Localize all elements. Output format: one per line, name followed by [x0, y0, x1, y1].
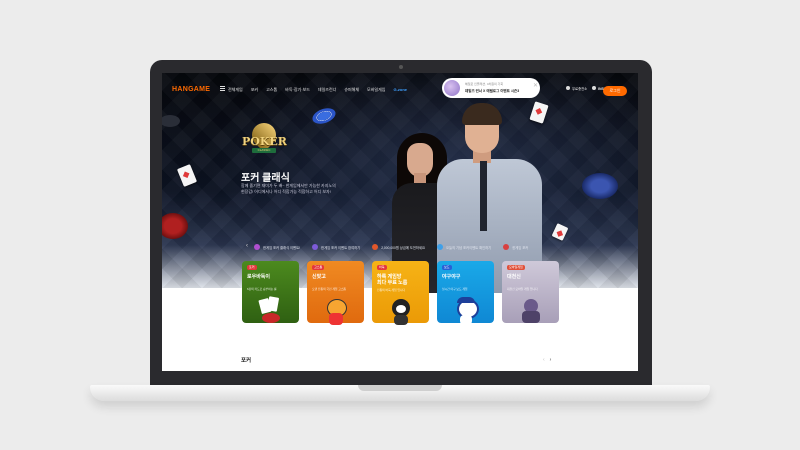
hamburger-icon[interactable]	[220, 86, 225, 92]
promo-line1: 헤일로 인플레션, 4차원의 기회	[465, 82, 504, 86]
close-icon[interactable]: ✕	[533, 82, 538, 89]
menu-item-gostop[interactable]: 고스톱	[266, 87, 277, 93]
creature-character-art	[518, 295, 544, 327]
notice-item[interactable]: 2,000,000원 상금에 도전하세요	[372, 244, 425, 250]
notice-item[interactable]: 한게임 포커 클래식 이벤트!	[254, 244, 300, 250]
hero-title: 포커 클래식	[241, 173, 290, 184]
game-card-matgo[interactable]: 고스톱 신맞고 오랜 전통의 국민 게임 고스톱	[307, 261, 364, 325]
menu-item-all-games[interactable]: 전체게임	[228, 87, 243, 93]
browser-screen: HANGAME 전체게임 포커 고스톱 바둑·장기·보드 데일즈런너 슈퍼해체 …	[162, 73, 638, 371]
chevron-right-icon[interactable]: ›	[550, 357, 552, 363]
login-button[interactable]: 로그인	[603, 86, 627, 96]
hangame-logo[interactable]: HANGAME	[172, 86, 210, 93]
menu-item-board[interactable]: 바둑·장기·보드	[285, 87, 310, 93]
penguin-character-art	[388, 295, 414, 327]
notice-item[interactable]: 한게임 포커 이벤트 참여하기	[312, 244, 360, 250]
notice-item[interactable]: 한게임 포커	[503, 244, 528, 250]
game-card-daecheonsin[interactable]: 모바일게임 대천신 대천신 모바일 게임 입니다	[502, 261, 559, 323]
poker-classic-logo: POKER CLASSIC	[242, 118, 287, 159]
menu-item-talesrunner[interactable]: 데일즈런너	[318, 87, 336, 93]
menu-item-mobile[interactable]: 모바일게임	[367, 87, 385, 93]
game-card-yagu[interactable]: 보드 야구야구 실시간 야구 보드 게임	[437, 261, 494, 325]
free-charge-link[interactable]: 무료충전소	[566, 77, 587, 95]
section-pagination: ‹ ›	[543, 357, 551, 363]
notice-strip: 한게임 포커 클래식 이벤트! 한게임 포커 이벤트 참여하기 2,000,00…	[254, 240, 554, 254]
cards-chips-art	[258, 295, 284, 327]
game-card-baduk[interactable]: 바둑 하록 게임방 최다 무료 노름 전통의 바둑 게임 입니다	[372, 261, 429, 325]
section-title: 포커	[241, 358, 252, 364]
laptop-notch	[358, 385, 442, 391]
hero-description: 함께 즐기면 재미가 두 배~ 한게임에서만 가능한 카지노의 현장감! 어디에…	[241, 183, 336, 194]
promo-avatar	[444, 80, 460, 96]
webcam-icon	[399, 65, 403, 69]
menu-item-gzone[interactable]: G-zone	[393, 87, 407, 93]
game-card-lowbadugi[interactable]: 포커 로우바둑이 6장의 카드로 승부하는 룰	[242, 261, 299, 323]
top-navigation: HANGAME 전체게임 포커 고스톱 바둑·장기·보드 데일즈런너 슈퍼해체 …	[162, 73, 638, 105]
notice-item[interactable]: 오늘의 기념 포커이벤트 확인하기	[437, 244, 491, 250]
tiger-character-art	[323, 295, 349, 327]
promo-banner[interactable]: 헤일로 인플레션, 4차원의 기회 데일즈 런너 X 에필로그 이벤트 시즌3	[442, 78, 540, 98]
menu-item-poker[interactable]: 포커	[251, 87, 258, 93]
menu-item-super[interactable]: 슈퍼해체	[344, 87, 359, 93]
game-card-list: 포커 로우바둑이 6장의 카드로 승부하는 룰 고스톱 신맞고 오랜 전통의 국…	[242, 261, 559, 325]
chevron-left-icon[interactable]: ‹	[246, 243, 248, 249]
promo-line2: 데일즈 런너 X 에필로그 이벤트 시즌3	[465, 89, 520, 93]
baseball-character-art	[453, 295, 479, 327]
poker-chip-stack	[582, 173, 618, 199]
chevron-left-icon[interactable]: ‹	[543, 357, 545, 363]
main-menu: 전체게임 포커 고스톱 바둑·장기·보드 데일즈런너 슈퍼해체 모바일게임 G-…	[228, 87, 407, 93]
